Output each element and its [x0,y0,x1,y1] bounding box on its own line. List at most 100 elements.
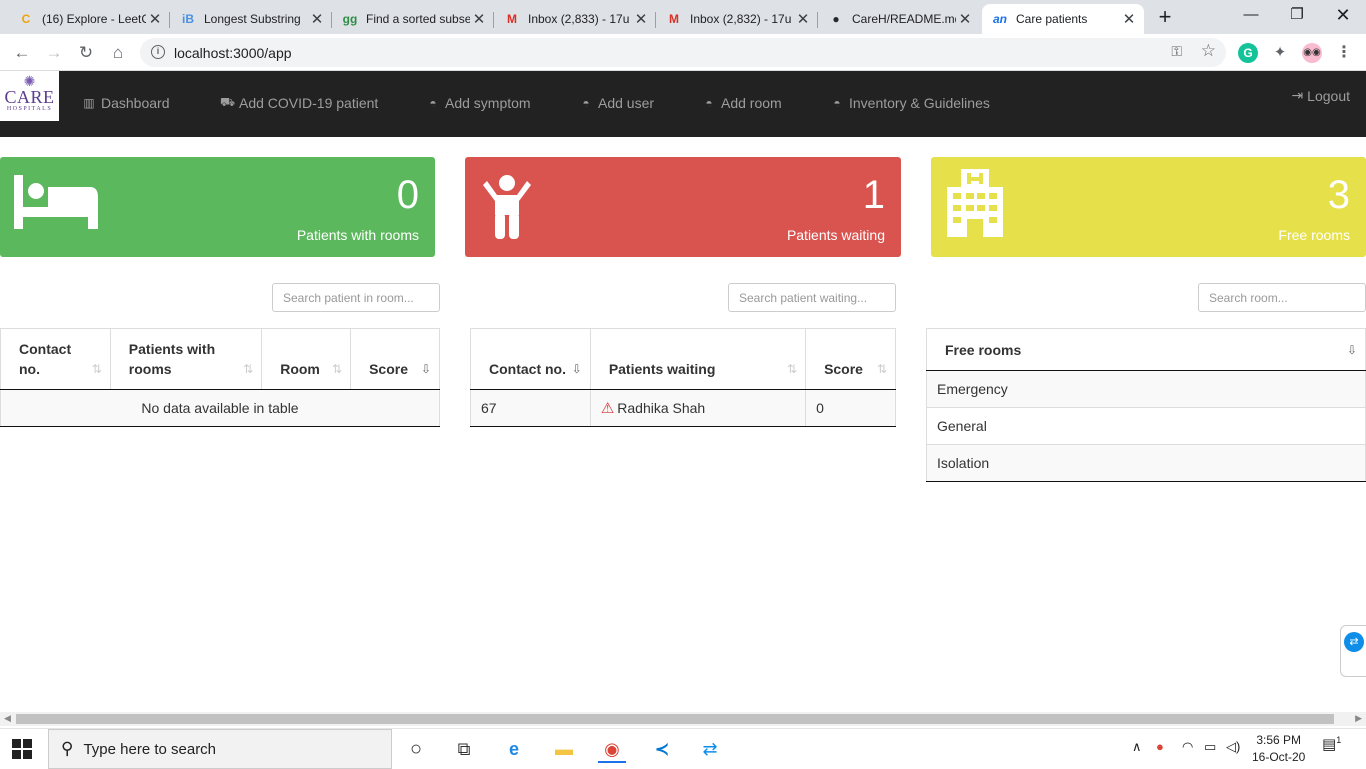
chevron-up-icon[interactable]: ∧ [1132,739,1142,755]
maximize-button[interactable]: ❐ [1274,0,1320,32]
wifi-icon[interactable]: ◠ [1182,739,1193,755]
nav-inventory-guidelines[interactable]: ◓ Inventory & Guidelines [830,95,989,111]
col-header-free-rooms[interactable]: Free rooms ⇩ [926,328,1366,371]
search-room-input[interactable] [1198,283,1366,312]
new-tab-button[interactable]: + [1152,6,1178,28]
teamviewer-side-widget[interactable]: ⇄ [1340,625,1366,677]
sort-icon[interactable]: ⇅ [877,359,887,379]
dashboard-icon: ◓ [833,96,841,110]
nav-add-user[interactable]: ◓ Add user [579,95,654,111]
extensions-icon[interactable]: ✦ [1270,43,1290,63]
sort-icon[interactable]: ⇅ [92,359,102,379]
panel-free-rooms: 3 Free rooms [931,157,1366,257]
battery-icon[interactable]: ▭ [1204,739,1216,755]
forward-button[interactable]: → [42,41,66,65]
col-header-score[interactable]: Score ⇅ [805,328,896,390]
browser-tab[interactable]: gg Find a sorted subsequence ✕ [332,4,494,34]
scroll-right-arrow-icon[interactable]: ▶ [1355,713,1362,724]
grammarly-icon[interactable]: G [1238,43,1258,63]
vscode-icon[interactable]: ≺ [648,735,676,763]
nav-dashboard[interactable]: ▥ Dashboard [82,95,170,111]
col-header-patients-with-rooms[interactable]: Patients with rooms ⇅ [109,328,262,390]
browser-tab[interactable]: iB Longest Substring ✕ [170,4,332,34]
browser-tab[interactable]: ● CareH/README.md ✕ [818,4,980,34]
notifications-icon[interactable]: ▤1 [1322,735,1341,753]
nav-add-room[interactable]: ◓ Add room [702,95,781,111]
back-button[interactable]: ← [10,41,34,65]
nav-add-symptom[interactable]: ◓ Add symptom [426,95,530,111]
nav-add-covid-patient[interactable]: ⛟ Add COVID-19 patient [220,95,378,111]
tab-title: Inbox (2,833) - 17u [528,12,630,26]
chrome-icon[interactable]: ◉ [598,735,626,763]
edge-icon[interactable]: e [500,735,528,763]
sort-icon[interactable]: ⇅ [243,359,253,379]
windows-start-icon[interactable] [12,739,32,759]
info-icon[interactable]: i [151,45,165,59]
cell-score: 0 [805,389,896,427]
logout-link[interactable]: ⇥ Logout [1291,87,1350,104]
search-patient-in-room-input[interactable] [272,283,440,312]
browser-tab[interactable]: M Inbox (2,833) - 17u ✕ [494,4,656,34]
panel-value: 1 [862,173,885,217]
nav-label: Dashboard [101,95,170,111]
window-close-button[interactable]: ✕ [1320,0,1366,32]
angular-icon: an [992,12,1007,26]
file-explorer-icon[interactable]: ▬ [550,735,578,763]
header-label: Room [280,361,320,377]
dashboard-icon: ◓ [705,96,713,110]
profile-avatar[interactable]: ◉◉ [1302,43,1322,63]
table-row[interactable]: Emergency [926,370,1366,408]
search-icon: ⚲ [61,739,74,758]
sort-desc-icon[interactable]: ⇩ [421,359,431,379]
volume-icon[interactable]: ◁) [1226,739,1240,755]
url-field[interactable]: i localhost:3000/app ⚿ ☆ [140,38,1226,67]
bookmark-star-icon[interactable]: ☆ [1201,41,1216,61]
url-text[interactable]: localhost:3000/app [174,45,292,61]
close-icon[interactable]: ✕ [1120,10,1138,28]
close-icon[interactable]: ✕ [794,10,812,28]
key-icon[interactable]: ⚿ [1171,43,1182,60]
table-row[interactable]: General [926,407,1366,445]
col-header-room[interactable]: Room ⇅ [261,328,351,390]
logo-subtitle: HOSPITALS [6,106,53,112]
menu-kebab-icon[interactable]: ⋮ [1334,43,1354,63]
search-patient-waiting-input[interactable] [728,283,896,312]
table-row[interactable]: Isolation [926,444,1366,482]
reload-button[interactable]: ↻ [74,41,98,65]
address-bar: ← → ↻ ⌂ i localhost:3000/app ⚿ ☆ G ✦ ◉◉ … [0,34,1366,71]
scroll-left-arrow-icon[interactable]: ◀ [4,713,11,724]
col-header-score[interactable]: Score ⇩ [350,328,440,390]
chrome-tray-icon[interactable]: ● [1156,739,1164,754]
logout-icon: ⇥ [1291,87,1304,103]
scrollbar-thumb[interactable] [16,714,1334,724]
teamviewer-taskbar-icon[interactable]: ⇄ [696,735,724,763]
task-view-icon[interactable]: ⧉ [450,735,478,763]
close-icon[interactable]: ✕ [308,10,326,28]
sort-asc-icon[interactable]: ⇩ [1347,340,1357,360]
close-icon[interactable]: ✕ [956,10,974,28]
sort-icon[interactable]: ⇅ [787,359,797,379]
home-button[interactable]: ⌂ [106,41,130,65]
table-row[interactable]: 67 ⚠ Radhika Shah 0 [470,389,896,427]
browser-tab-active[interactable]: an Care patients ✕ [982,4,1144,34]
sort-icon[interactable]: ⇅ [332,359,342,379]
close-icon[interactable]: ✕ [632,10,650,28]
panel-patients-with-rooms: 0 Patients with rooms [0,157,435,257]
system-clock[interactable]: 3:56 PM 16-Oct-20 [1252,732,1305,766]
horizontal-scrollbar[interactable]: ◀ ▶ [0,712,1366,726]
browser-tab[interactable]: M Inbox (2,832) - 17u ✕ [656,4,818,34]
minimize-button[interactable]: — [1228,0,1274,32]
col-header-contact-no[interactable]: Contact no. ⇩ [470,328,591,390]
taskbar-search-box[interactable]: ⚲ Type here to search [48,729,392,769]
cortana-icon[interactable]: ○ [402,735,430,763]
browser-tab[interactable]: C (16) Explore - LeetCode ✕ [8,4,170,34]
care-hospitals-logo[interactable]: ✺ CARE HOSPITALS [0,71,59,121]
close-icon[interactable]: ✕ [146,10,164,28]
nav-label: Add user [598,95,655,111]
close-icon[interactable]: ✕ [470,10,488,28]
col-header-patients-waiting[interactable]: Patients waiting ⇅ [589,328,806,390]
app-navbar: ✺ CARE HOSPITALS ▥ Dashboard ⛟ Add COVID… [0,71,1366,137]
tab-title: CareH/README.md [852,12,956,26]
col-header-contact-no[interactable]: Contact no. ⇅ [0,328,111,390]
sort-asc-icon[interactable]: ⇩ [572,359,582,379]
